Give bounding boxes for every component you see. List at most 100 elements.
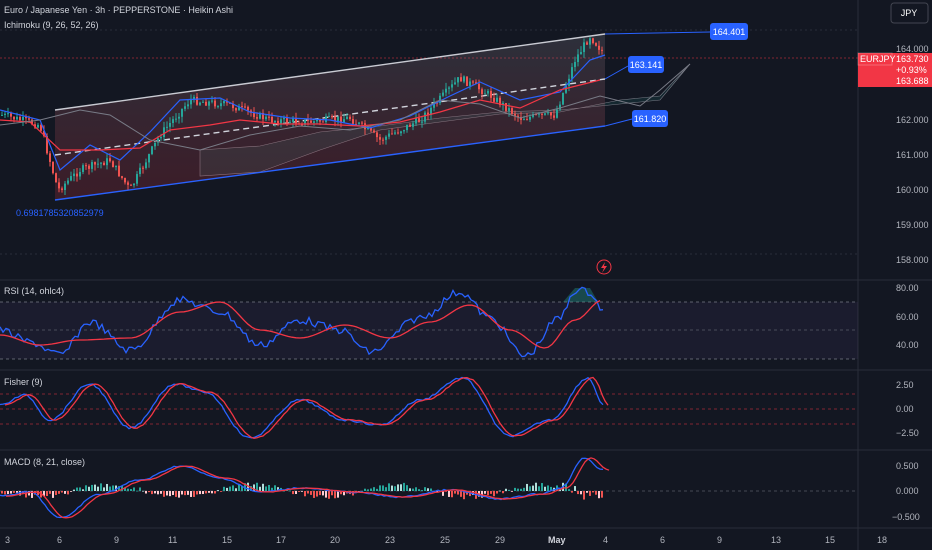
flash-icon[interactable] [596,259,612,275]
macd-histogram-bar [484,491,486,494]
candle [79,171,81,177]
macd-histogram-bar [259,486,261,491]
candle [601,49,603,51]
candle [373,130,375,133]
candle [394,132,396,134]
candle [16,116,18,120]
candle [559,104,561,110]
candle [328,116,330,118]
fisher-tick: −2.50 [896,428,919,438]
macd-histogram-bar [175,491,177,497]
candle [289,121,291,123]
macd-histogram-bar [262,483,264,491]
candle [511,108,513,114]
candle [127,182,129,185]
candle [349,116,351,120]
macd-histogram-bar [370,488,372,491]
price-tick: 162.000 [896,115,929,125]
candle [190,99,192,105]
candle [418,118,420,123]
macd-histogram-bar [97,486,99,491]
macd-histogram-bar [505,488,507,491]
svg-text:163.141: 163.141 [630,60,663,70]
candle [553,115,555,118]
candle [148,154,150,163]
macd-histogram-bar [298,491,300,492]
candle [94,162,96,165]
macd-histogram-bar [577,491,579,495]
price-panel: 0.6981785320852979 164.401 163.141 161.8… [0,23,858,275]
time-axis[interactable]: 3 6 9 11 15 17 20 23 25 29 May 4 6 9 13 … [5,535,887,545]
candle [58,182,60,189]
macd-histogram-bar [79,487,81,491]
macd-histogram-bar [292,491,294,495]
candle [10,113,12,117]
candle [187,104,189,107]
macd-histogram-bar [172,491,174,495]
candle [241,106,243,108]
candle [586,42,588,45]
macd-histogram-bar [109,486,111,491]
macd-histogram-bar [181,491,183,495]
macd-histogram-bar [538,486,540,491]
macd-histogram-bar [157,491,159,495]
candle [316,119,318,122]
candle [313,121,315,123]
candle [580,52,582,55]
macd-histogram-bar [94,484,96,491]
macd-histogram-bar [82,489,84,491]
currency-button[interactable]: JPY [890,2,929,24]
macd-histogram-bar [376,488,378,491]
candle [49,153,51,162]
candle [412,123,414,127]
macd-histogram-bar [112,485,114,491]
candle [163,127,165,138]
macd-histogram-bar [496,491,498,494]
candle [118,165,120,177]
candle [478,83,480,90]
macd-histogram-bar [208,491,210,493]
rsi-tick: 60.00 [896,312,919,322]
candle [151,146,153,155]
macd-histogram-bar [229,486,231,491]
candle [208,101,210,106]
macd-histogram-bar [148,491,150,493]
price-tick: 158.000 [896,255,929,265]
candle [55,173,57,183]
candle [595,43,597,46]
candle [286,117,288,123]
macd-histogram-bar [514,487,516,491]
ichimoku-legend[interactable]: Ichimoku (9, 26, 52, 26) [4,20,99,30]
macd-histogram-bar [451,491,453,498]
macd-histogram-bar [541,483,543,491]
macd-histogram-bar [595,491,597,495]
macd-histogram-bar [103,487,105,491]
macd-title[interactable]: MACD (8, 21, close) [4,457,85,467]
macd-histogram-bar [55,491,57,495]
macd-histogram-bar [319,491,321,496]
fisher-title[interactable]: Fisher (9) [4,377,43,387]
macd-histogram-bar [412,488,414,491]
macd-histogram-bar [337,491,339,498]
candle [547,112,549,114]
candle [421,121,423,123]
candle [160,137,162,139]
macd-histogram-bar [325,491,327,498]
candle [589,38,591,45]
macd-histogram-bar [166,491,168,496]
macd-histogram-bar [304,491,306,497]
candle [415,118,417,124]
channel-lower-badge: 161.820 [632,110,668,127]
rsi-title[interactable]: RSI (14, ohlc4) [4,286,64,296]
price-tick: 160.000 [896,185,929,195]
macd-histogram-bar [199,491,201,495]
macd-histogram-bar [214,491,216,494]
fisher-line [0,376,604,439]
macd-histogram-bar [301,491,303,492]
candle [292,118,294,122]
rsi-tick: 40.00 [896,340,919,350]
macd-histogram-bar [490,491,492,494]
candle [550,112,552,116]
candle [469,81,471,86]
candle [265,116,267,120]
